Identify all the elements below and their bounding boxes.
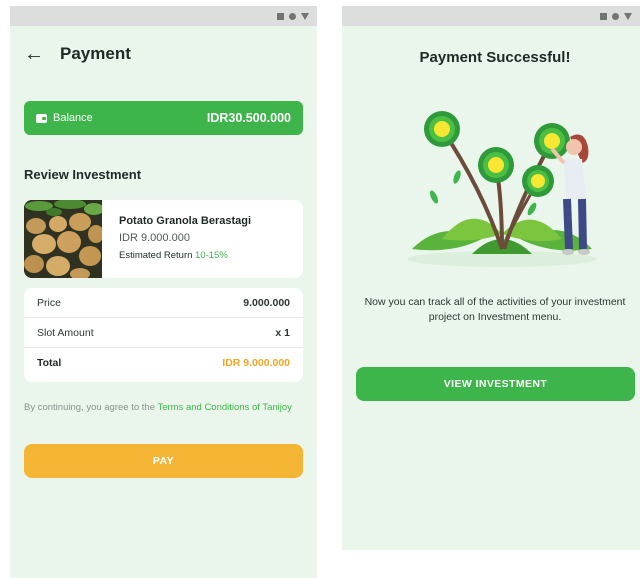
flower <box>424 111 460 147</box>
product-name: Potato Granola Berastagi <box>119 215 252 227</box>
summary-row-slot: Slot Amount x 1 <box>24 318 303 348</box>
total-value: IDR 9.000.000 <box>222 357 290 369</box>
estimated-return: Estimated Return 10-15% <box>119 250 251 261</box>
success-title: Payment Successful! <box>419 49 571 66</box>
view-investment-button[interactable]: VIEW INVESTMENT <box>356 367 635 401</box>
total-label: Total <box>37 357 62 369</box>
terms-prefix: By continuing, you agree to the <box>24 402 158 413</box>
estimated-return-label: Estimated Return <box>119 250 193 261</box>
slot-label: Slot Amount <box>37 326 94 339</box>
price-value: 9.000.000 <box>243 296 290 309</box>
circle-icon <box>289 12 296 20</box>
plant-illustration <box>407 111 597 267</box>
wallet-icon <box>36 113 47 123</box>
terms-link[interactable]: Terms and Conditions of Tanijoy <box>157 402 291 413</box>
arrow-left-icon[interactable]: ← <box>24 44 44 64</box>
summary-row-total: Total IDR 9.000.000 <box>24 348 303 378</box>
square-icon <box>600 12 607 20</box>
header: ← Payment <box>24 44 131 64</box>
section-title: Review Investment <box>24 167 142 182</box>
price-label: Price <box>37 296 61 309</box>
summary-card: Price 9.000.000 Slot Amount x 1 Total ID… <box>24 288 303 382</box>
slot-value: x 1 <box>275 326 290 339</box>
product-card: Potato Granola Berastagi IDR 9.000.000 E… <box>24 200 303 278</box>
status-bar <box>10 6 317 26</box>
estimated-return-range: 10-15% <box>195 250 228 261</box>
balance-value: IDR30.500.000 <box>206 111 291 125</box>
product-image <box>24 200 102 278</box>
product-info: Potato Granola Berastagi IDR 9.000.000 E… <box>102 200 251 278</box>
potato-image <box>24 200 102 278</box>
circle-icon <box>612 12 619 20</box>
square-icon <box>277 12 284 20</box>
balance-label: Balance <box>53 112 93 124</box>
terms-text: By continuing, you agree to the Terms an… <box>24 401 303 414</box>
payment-screen: ← Payment Balance IDR30.500.000 Review I… <box>10 6 317 578</box>
pay-button[interactable]: PAY <box>24 444 303 478</box>
product-price: IDR 9.000.000 <box>119 232 190 244</box>
triangle-icon <box>301 12 309 20</box>
page-title: Payment <box>60 44 131 63</box>
success-message: Now you can track all of the activities … <box>364 296 626 323</box>
payment-success-screen: Payment Successful! Now you can track al… <box>342 6 640 550</box>
balance-card: Balance IDR30.500.000 <box>24 101 303 135</box>
status-bar <box>342 6 640 26</box>
triangle-icon <box>624 12 632 20</box>
summary-row-price: Price 9.000.000 <box>24 288 303 318</box>
